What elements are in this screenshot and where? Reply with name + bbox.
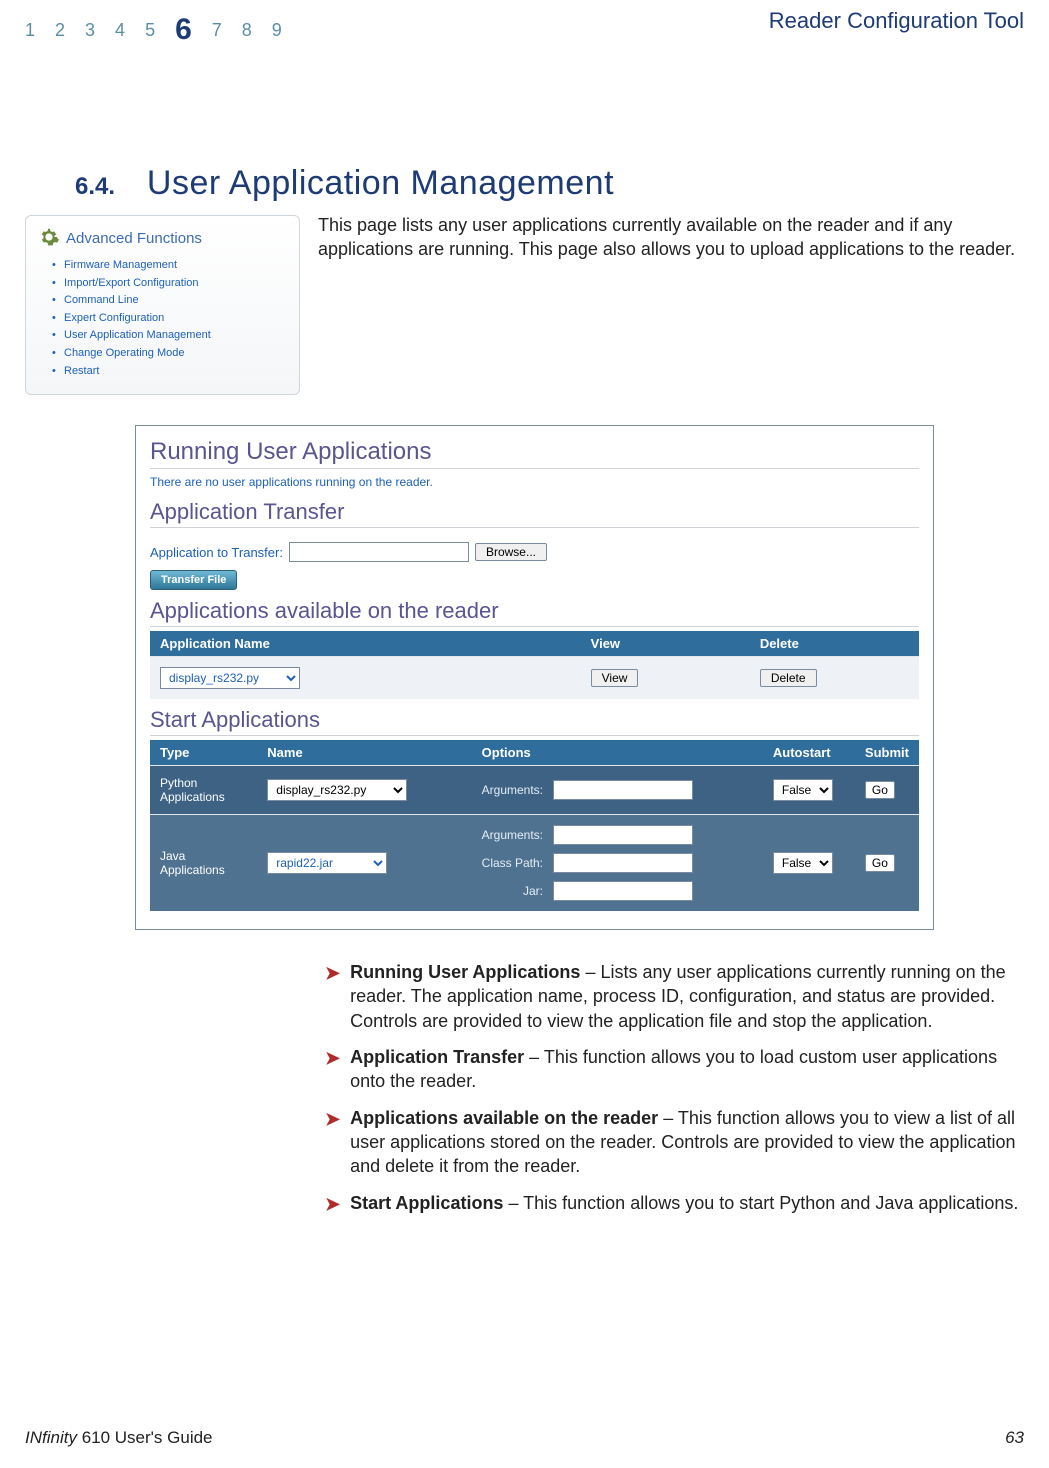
start-heading: Start Applications bbox=[150, 707, 919, 736]
running-note: There are no user applications running o… bbox=[150, 475, 919, 489]
running-heading: Running User Applications bbox=[150, 438, 919, 469]
ch-2: 2 bbox=[55, 20, 67, 41]
col-delete: Delete bbox=[750, 631, 919, 657]
adv-item[interactable]: Restart bbox=[54, 363, 287, 381]
gear-icon bbox=[38, 226, 60, 251]
page-header-title: Reader Configuration Tool bbox=[769, 8, 1024, 34]
python-go-button[interactable]: Go bbox=[865, 781, 895, 799]
transfer-file-button[interactable]: Transfer File bbox=[150, 570, 237, 590]
ch-3: 3 bbox=[85, 20, 97, 41]
python-type: Python Applications bbox=[160, 776, 225, 804]
desc-bold: Application Transfer bbox=[350, 1047, 524, 1067]
table-row: display_rs232.py View Delete bbox=[150, 657, 919, 700]
col-submit: Submit bbox=[855, 740, 919, 766]
description-list: ➤ Running User Applications – Lists any … bbox=[325, 960, 1024, 1215]
col-options: Options bbox=[472, 740, 763, 766]
arrow-icon: ➤ bbox=[325, 961, 340, 1034]
ch-7: 7 bbox=[212, 20, 224, 41]
adv-item[interactable]: Expert Configuration bbox=[54, 310, 287, 328]
java-app-select[interactable]: rapid22.jar bbox=[267, 852, 387, 874]
browse-button[interactable]: Browse... bbox=[475, 543, 547, 561]
adv-item[interactable]: Import/Export Configuration bbox=[54, 275, 287, 293]
list-item: ➤ Running User Applications – Lists any … bbox=[325, 960, 1024, 1033]
desc-bold: Start Applications bbox=[350, 1193, 503, 1213]
arrow-icon: ➤ bbox=[325, 1192, 340, 1216]
python-arg-label: Arguments: bbox=[482, 783, 543, 797]
table-row: Java Applications rapid22.jar Arguments:… bbox=[150, 815, 919, 912]
delete-button[interactable]: Delete bbox=[760, 669, 817, 687]
java-autostart-select[interactable]: False bbox=[773, 852, 833, 874]
advanced-functions-card: Advanced Functions Firmware Management I… bbox=[25, 215, 300, 395]
arrow-icon: ➤ bbox=[325, 1107, 340, 1180]
desc-bold: Applications available on the reader bbox=[350, 1108, 658, 1128]
arrow-icon: ➤ bbox=[325, 1046, 340, 1095]
section-heading: 6.4. User Application Management bbox=[75, 164, 1024, 203]
ch-6-current: 6 bbox=[175, 13, 194, 47]
transfer-file-input[interactable] bbox=[289, 542, 469, 562]
col-type: Type bbox=[150, 740, 257, 766]
ch-5: 5 bbox=[145, 20, 157, 41]
list-item: ➤ Application Transfer – This function a… bbox=[325, 1045, 1024, 1094]
ch-8: 8 bbox=[242, 20, 254, 41]
table-row: Python Applications display_rs232.py Arg… bbox=[150, 766, 919, 815]
java-go-button[interactable]: Go bbox=[865, 854, 895, 872]
col-name: Name bbox=[257, 740, 471, 766]
adv-card-title: Advanced Functions bbox=[66, 230, 202, 247]
section-number: 6.4. bbox=[75, 173, 115, 200]
ch-9: 9 bbox=[272, 20, 284, 41]
list-item: ➤ Applications available on the reader –… bbox=[325, 1106, 1024, 1179]
footer: INfinity 610 User's Guide 63 bbox=[25, 1428, 1024, 1448]
page-number: 63 bbox=[1005, 1428, 1024, 1448]
adv-item[interactable]: Command Line bbox=[54, 292, 287, 310]
java-cp-label: Class Path: bbox=[482, 856, 543, 870]
col-app-name: Application Name bbox=[150, 631, 581, 657]
python-app-select[interactable]: display_rs232.py bbox=[267, 779, 407, 801]
adv-item[interactable]: Firmware Management bbox=[54, 257, 287, 275]
adv-item[interactable]: User Application Management bbox=[54, 327, 287, 345]
footer-guide: 610 User's Guide bbox=[77, 1428, 213, 1447]
java-arguments-input[interactable] bbox=[553, 825, 693, 845]
footer-brand: INfinity bbox=[25, 1428, 77, 1447]
view-button[interactable]: View bbox=[591, 669, 639, 687]
python-arguments-input[interactable] bbox=[553, 780, 693, 800]
ch-4: 4 bbox=[115, 20, 127, 41]
java-jar-input[interactable] bbox=[553, 881, 693, 901]
desc-text: – This function allows you to start Pyth… bbox=[503, 1193, 1018, 1213]
app-panel: Running User Applications There are no u… bbox=[135, 425, 934, 930]
col-view: View bbox=[581, 631, 750, 657]
transfer-heading: Application Transfer bbox=[150, 499, 919, 528]
section-title: User Application Management bbox=[147, 164, 614, 202]
available-heading: Applications available on the reader bbox=[150, 598, 919, 627]
ch-1: 1 bbox=[25, 20, 37, 41]
java-jar-label: Jar: bbox=[482, 884, 543, 898]
python-autostart-select[interactable]: False bbox=[773, 779, 833, 801]
java-classpath-input[interactable] bbox=[553, 853, 693, 873]
adv-item[interactable]: Change Operating Mode bbox=[54, 345, 287, 363]
col-autostart: Autostart bbox=[763, 740, 855, 766]
app-select[interactable]: display_rs232.py bbox=[160, 667, 300, 689]
transfer-label: Application to Transfer: bbox=[150, 545, 283, 560]
desc-bold: Running User Applications bbox=[350, 962, 580, 982]
intro-text: This page lists any user applications cu… bbox=[318, 213, 1024, 262]
java-type: Java Applications bbox=[160, 849, 225, 877]
list-item: ➤ Start Applications – This function all… bbox=[325, 1191, 1024, 1215]
java-arg-label: Arguments: bbox=[482, 828, 543, 842]
